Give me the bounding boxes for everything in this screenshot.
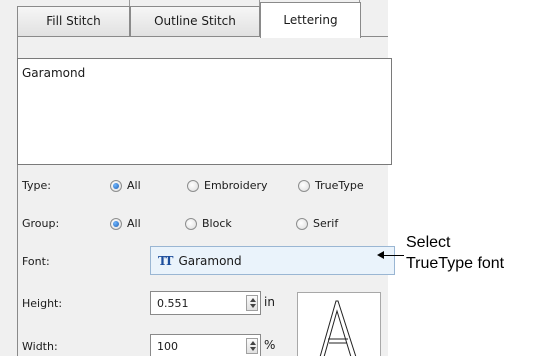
height-label: Height: <box>22 297 63 310</box>
type-label: Type: <box>22 179 51 192</box>
tab-fill-stitch[interactable]: Fill Stitch <box>17 6 130 36</box>
width-spinner-arrows-icon[interactable] <box>246 338 258 354</box>
tab-outline-stitch[interactable]: Outline Stitch <box>130 6 260 36</box>
callout-text: Select TrueType font <box>406 232 504 274</box>
radio-unselected-icon <box>187 179 199 192</box>
radio-unselected-icon <box>298 179 310 192</box>
height-unit: in <box>264 295 275 309</box>
radio-selected-icon <box>110 179 122 192</box>
font-label: Font: <box>22 255 50 268</box>
radio-unselected-icon <box>185 217 197 230</box>
group-label: Group: <box>22 217 60 230</box>
height-spinner-arrows-icon[interactable] <box>246 295 258 311</box>
font-selector[interactable]: TT Garamond <box>150 246 395 275</box>
group-radio-all-label: All <box>127 217 141 230</box>
callout-line2: TrueType font <box>406 255 505 272</box>
letter-preview <box>297 292 381 356</box>
lettering-panel: Fill Stitch Outline Stitch Lettering Gar… <box>0 0 395 356</box>
truetype-icon: TT <box>158 253 174 268</box>
tab-lettering[interactable]: Lettering <box>260 2 361 38</box>
group-radio-all[interactable]: All <box>110 217 141 230</box>
type-radio-truetype-label: TrueType <box>315 179 364 192</box>
group-radio-block[interactable]: Block <box>185 217 232 230</box>
group-radio-block-label: Block <box>202 217 232 230</box>
height-input[interactable]: 0.551 <box>150 291 261 315</box>
width-label: Width: <box>22 340 58 353</box>
callout-line1: Select <box>406 234 451 251</box>
width-input[interactable]: 100 <box>150 334 261 356</box>
lettering-text-area[interactable]: Garamond <box>17 58 392 165</box>
width-unit: % <box>264 338 276 352</box>
group-radio-serif[interactable]: Serif <box>296 217 338 230</box>
group-radio-serif-label: Serif <box>313 217 339 230</box>
type-radio-all-label: All <box>127 179 141 192</box>
type-radio-truetype[interactable]: TrueType <box>298 179 364 192</box>
font-selector-value: Garamond <box>178 253 242 268</box>
type-radio-embroidery-label: Embroidery <box>204 179 268 192</box>
radio-unselected-icon <box>296 217 308 230</box>
callout-line <box>382 255 404 256</box>
letter-a-preview-icon <box>319 300 357 356</box>
type-radio-embroidery[interactable]: Embroidery <box>187 179 268 192</box>
type-radio-all[interactable]: All <box>110 179 141 192</box>
radio-selected-icon <box>110 217 122 230</box>
